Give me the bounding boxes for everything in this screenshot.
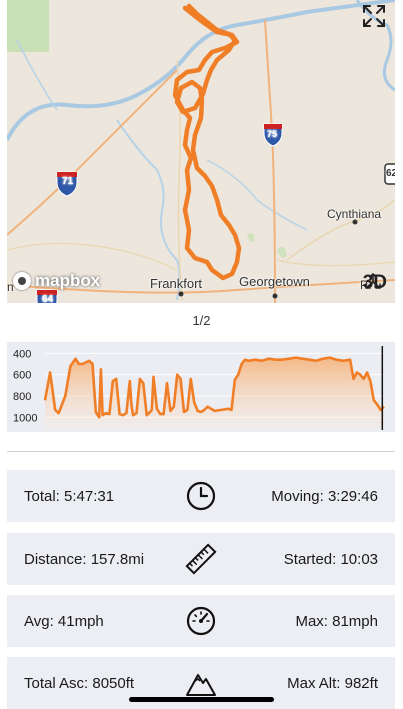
- axes-3d-icon: [364, 273, 381, 289]
- road: [276, 259, 395, 267]
- georgetown-label: Georgetown: [239, 274, 310, 289]
- page-indicator: 1/2: [192, 313, 211, 328]
- distance-stats-card: Distance: 157.8mi Started: 10:03: [7, 533, 395, 585]
- average-speed: Avg: 41mph: [24, 612, 104, 630]
- interstate-71-label: 71: [62, 176, 74, 187]
- city-dot-frankfort: [178, 291, 184, 297]
- speedometer-icon: [186, 606, 216, 636]
- cynthiana-label: Cynthiana: [327, 207, 382, 221]
- elevation-plot: 1000 800 600 400: [13, 346, 385, 430]
- frankfort-label: Frankfort: [150, 276, 203, 291]
- expand-arrows-icon: [363, 5, 385, 27]
- max-altitude: Max Alt: 982ft: [287, 674, 378, 692]
- park-area: [7, 0, 49, 52]
- distance-value: Distance: 157.8mi: [24, 550, 145, 568]
- map-canvas: [7, 0, 395, 303]
- start-time: Started: 10:03: [283, 550, 378, 568]
- ruler-icon: [185, 543, 217, 575]
- y-tick-label: 1000: [13, 412, 37, 424]
- route-line: [172, 3, 242, 281]
- us-route-label: 62: [386, 168, 395, 179]
- park-area: [277, 246, 287, 259]
- kentucky-river: [116, 119, 181, 301]
- road: [7, 242, 178, 271]
- time-stats-card: Total: 5:47:31 Moving: 3:29:46: [7, 470, 395, 522]
- mountain-icon: [186, 674, 216, 696]
- clock-icon: [186, 481, 216, 511]
- elevation-area: [45, 357, 384, 428]
- mapbox-logo-icon: [13, 272, 31, 290]
- speed-stats-card: Avg: 41mph Max: 81mph: [7, 595, 395, 647]
- city-dot-georgetown: [272, 293, 278, 299]
- total-ascent: Total Asc: 8050ft: [24, 674, 135, 692]
- fullscreen-button[interactable]: [361, 3, 387, 29]
- mapbox-attribution[interactable]: mapbox: [13, 271, 100, 291]
- route-map[interactable]: 71 75 64 62 Cynthiana Frankfort Georgeto…: [7, 0, 395, 303]
- park-area: [247, 232, 255, 243]
- 3d-toggle-button[interactable]: 3D: [363, 272, 387, 294]
- elevation-chart[interactable]: 1000 800 600 400: [7, 342, 395, 432]
- total-time: Total: 5:47:31: [24, 487, 115, 505]
- y-tick-label: 800: [13, 391, 31, 403]
- interstate-75-road: [264, 19, 276, 303]
- max-speed: Max: 81mph: [295, 612, 378, 630]
- moving-time: Moving: 3:29:46: [271, 487, 378, 505]
- interstate-75-label: 75: [267, 129, 278, 139]
- mapbox-text: mapbox: [35, 271, 101, 290]
- y-tick-label: 400: [13, 348, 31, 360]
- y-tick-label: 600: [13, 370, 31, 382]
- home-indicator[interactable]: [129, 697, 274, 702]
- interstate-64-label: 64: [42, 294, 54, 303]
- interstate-71-road: [7, 69, 178, 236]
- section-divider: [7, 451, 395, 452]
